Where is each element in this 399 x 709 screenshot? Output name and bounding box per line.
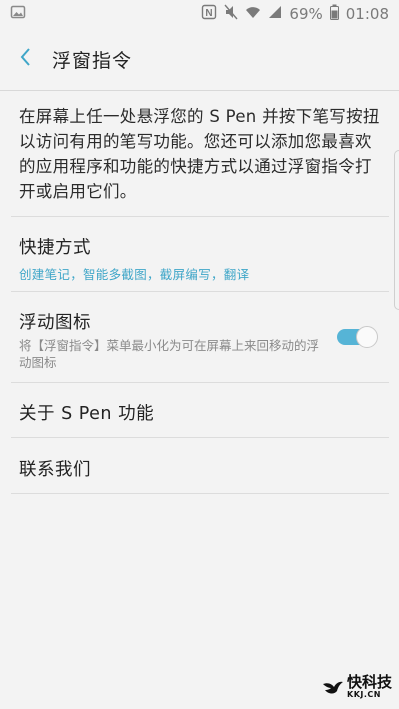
about-spen-item[interactable]: 关于 S Pen 功能 — [0, 400, 389, 425]
watermark-name: 快科技 — [347, 673, 393, 691]
nfc-icon: N — [201, 4, 217, 24]
header-divider — [0, 90, 399, 91]
about-spen-title: 关于 S Pen 功能 — [19, 404, 155, 424]
mute-icon — [224, 4, 238, 24]
divider — [11, 382, 389, 383]
floating-icon-item[interactable]: 浮动图标 将【浮窗指令】菜单最小化为可在屏幕上来回移动的浮动图标 — [0, 309, 389, 371]
floating-icon-title: 浮动图标 — [19, 313, 91, 333]
page-title: 浮窗指令 — [52, 49, 133, 72]
divider — [11, 493, 389, 494]
chevron-left-icon — [18, 46, 32, 72]
app-bar: 浮窗指令 — [0, 28, 399, 90]
description-text: 在屏幕上任一处悬浮您的 S Pen 并按下笔写按扭以访问有用的笔写功能。您还可以… — [19, 107, 380, 201]
toggle-knob — [356, 326, 378, 348]
battery-icon — [329, 4, 339, 24]
divider — [11, 216, 389, 217]
divider — [11, 291, 389, 292]
contact-us-title: 联系我们 — [19, 460, 91, 480]
status-bar: N 69% 01:08 — [0, 0, 399, 28]
svg-text:N: N — [206, 8, 213, 19]
wifi-icon — [245, 5, 261, 23]
shortcuts-title: 快捷方式 — [19, 238, 91, 258]
divider — [11, 437, 389, 438]
back-button[interactable] — [0, 28, 50, 90]
signal-icon — [268, 5, 282, 23]
image-icon — [10, 4, 26, 24]
scroll-indicator — [394, 150, 399, 310]
watermark-logo: 快科技 KKJ.CN — [322, 675, 392, 699]
shortcuts-subtitle: 创建笔记，智能多截图，截屏编写，翻译 — [19, 267, 250, 282]
contact-us-item[interactable]: 联系我们 — [0, 456, 389, 481]
battery-percent: 69% — [289, 5, 323, 23]
clock: 01:08 — [345, 5, 389, 23]
shortcuts-item[interactable]: 快捷方式 创建笔记，智能多截图，截屏编写，翻译 — [0, 234, 389, 283]
bird-logo-icon — [322, 678, 344, 696]
floating-icon-subtitle: 将【浮窗指令】菜单最小化为可在屏幕上来回移动的浮动图标 — [19, 338, 320, 370]
floating-icon-toggle[interactable] — [337, 326, 379, 348]
watermark-domain: KKJ.CN — [347, 690, 381, 699]
